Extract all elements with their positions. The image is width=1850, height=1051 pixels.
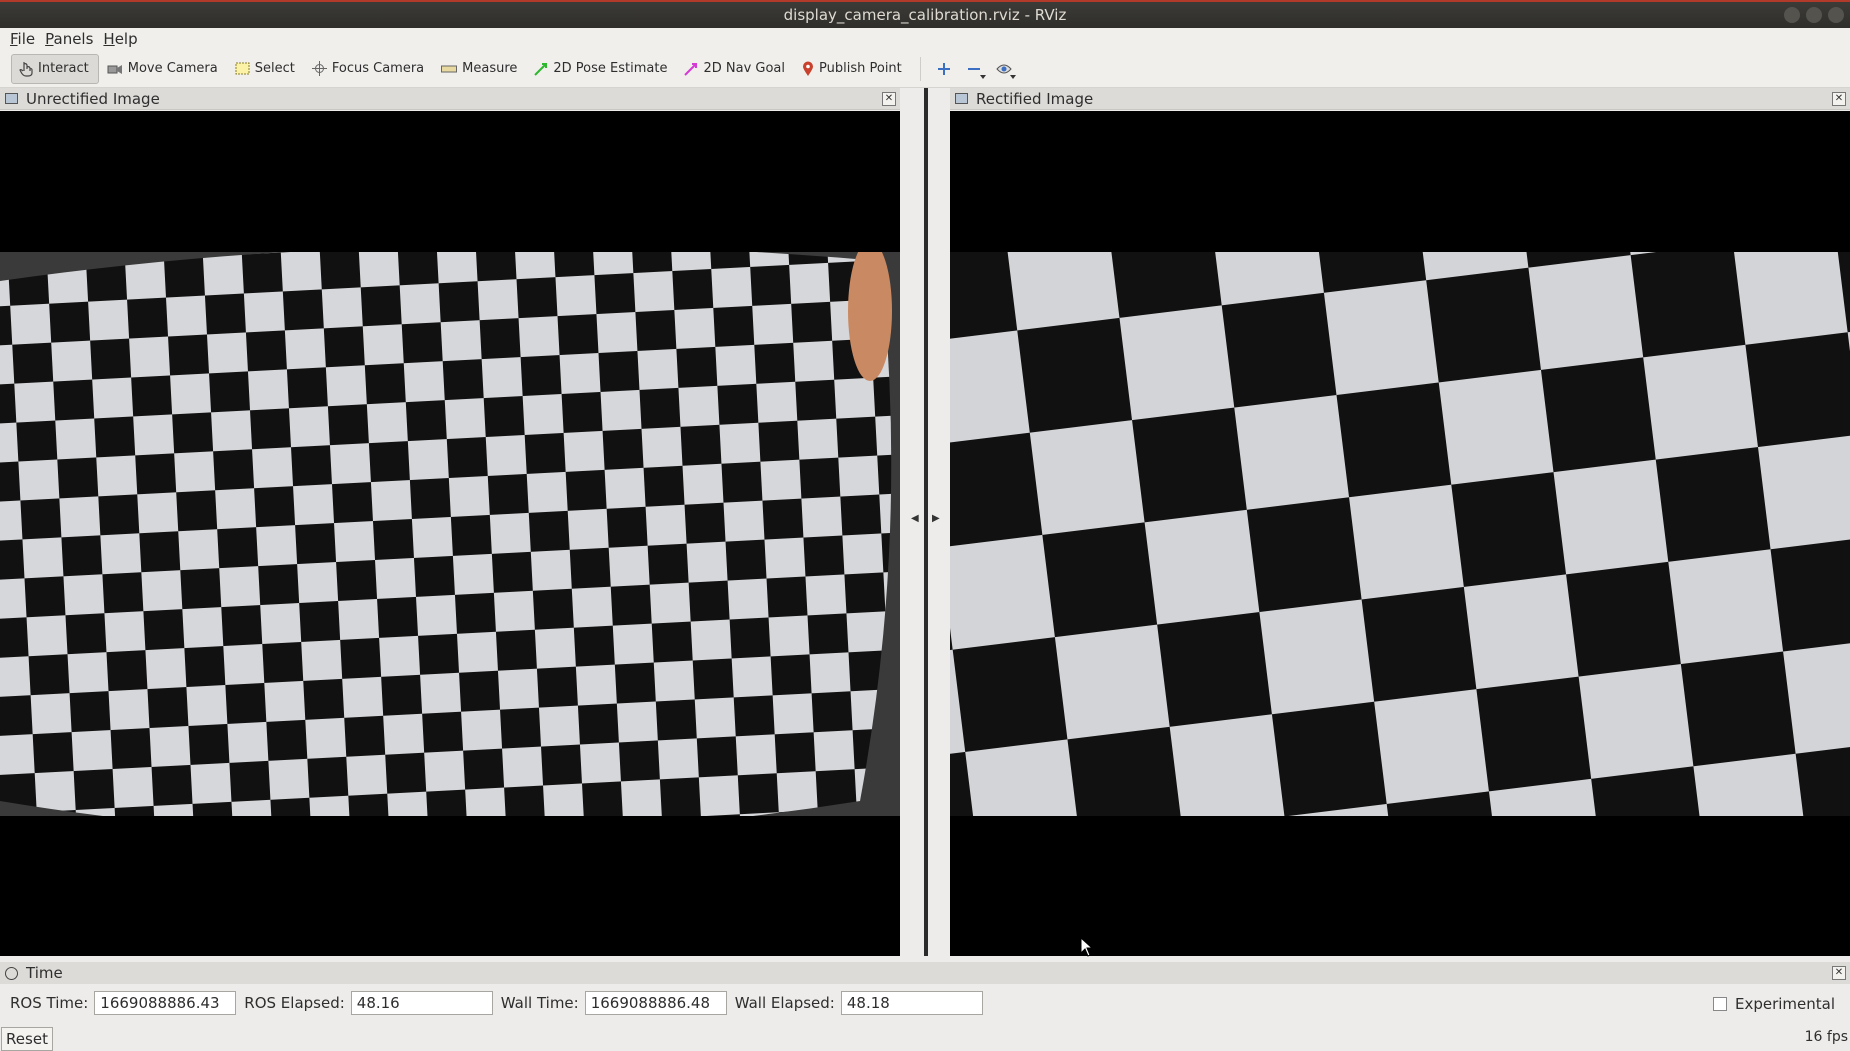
move-camera-tool-button[interactable]: Move Camera xyxy=(100,54,227,84)
chevron-down-icon xyxy=(979,74,986,79)
close-panel-button[interactable]: ✕ xyxy=(882,92,896,106)
nav-goal-tool-button[interactable]: 2D Nav Goal xyxy=(677,54,794,84)
menu-file[interactable]: File xyxy=(5,30,40,48)
wall-time-field[interactable]: 1669088886.48 xyxy=(584,991,727,1015)
experimental-toggle[interactable]: Experimental xyxy=(1712,995,1835,1013)
eye-icon xyxy=(996,64,1012,73)
minimize-button[interactable] xyxy=(1784,7,1800,23)
select-box-icon xyxy=(235,62,250,75)
collapse-left-icon: ◀ xyxy=(911,513,919,524)
ros-elapsed-label: ROS Elapsed: xyxy=(244,994,345,1012)
menu-bar: File Panels Help xyxy=(0,28,1850,50)
image-panel-icon xyxy=(5,93,18,104)
wall-elapsed-field[interactable]: 48.18 xyxy=(840,991,983,1015)
window-titlebar: display_camera_calibration.rviz - RViz xyxy=(0,0,1850,28)
plus-icon xyxy=(937,62,950,75)
close-panel-button[interactable]: ✕ xyxy=(1832,966,1846,980)
map-pin-icon xyxy=(803,61,814,76)
interact-tool-button[interactable]: Interact xyxy=(11,53,99,84)
menu-panels[interactable]: Panels xyxy=(40,30,98,48)
unrectified-panel-header: Unrectified Image ✕ xyxy=(0,88,900,110)
hand-pointer-icon xyxy=(19,61,33,77)
add-tool-button[interactable] xyxy=(929,54,959,84)
wall-elapsed-label: Wall Elapsed: xyxy=(734,994,835,1012)
publish-point-tool-button[interactable]: Publish Point xyxy=(795,54,911,84)
pose-estimate-tool-button[interactable]: 2D Pose Estimate xyxy=(527,54,676,84)
clock-icon xyxy=(5,966,18,980)
ros-time-label: ROS Time: xyxy=(10,994,89,1012)
experimental-label: Experimental xyxy=(1734,995,1835,1013)
unrectified-checkerboard-image xyxy=(0,252,900,816)
rectified-image-view[interactable] xyxy=(950,111,1850,956)
experimental-checkbox[interactable] xyxy=(1712,997,1727,1011)
time-panel-fields: ROS Time: 1669088886.43 ROS Elapsed: 48.… xyxy=(0,990,1850,1016)
menu-help[interactable]: Help xyxy=(98,30,142,48)
ros-elapsed-field[interactable]: 48.16 xyxy=(350,991,493,1015)
move-camera-icon xyxy=(107,64,122,74)
focus-crosshair-icon xyxy=(311,61,327,76)
view-options-button[interactable] xyxy=(989,54,1019,84)
mouse-cursor-icon xyxy=(1080,937,1094,957)
green-arrow-icon xyxy=(534,62,548,76)
unrectified-image-view[interactable] xyxy=(0,111,900,956)
splitter-bar xyxy=(924,88,928,956)
select-tool-button[interactable]: Select xyxy=(228,54,304,84)
ruler-icon xyxy=(441,65,458,72)
tools-toolbar: Interact Move Camera Select Focus Camera… xyxy=(0,50,1850,88)
window-controls xyxy=(1784,7,1844,23)
toolbar-separator xyxy=(919,56,921,81)
maximize-button[interactable] xyxy=(1806,7,1822,23)
collapse-right-icon: ▶ xyxy=(932,513,940,524)
wall-time-label: Wall Time: xyxy=(500,994,579,1012)
rectified-checkerboard-image xyxy=(950,252,1850,816)
focus-camera-tool-button[interactable]: Focus Camera xyxy=(305,54,433,84)
chevron-down-icon xyxy=(1009,74,1016,79)
image-panel-icon xyxy=(955,93,968,104)
close-panel-button[interactable]: ✕ xyxy=(1832,92,1846,106)
window-title: display_camera_calibration.rviz - RViz xyxy=(783,6,1067,24)
remove-tool-button[interactable] xyxy=(959,54,989,84)
magenta-arrow-icon xyxy=(684,62,698,76)
panel-splitter[interactable]: ◀ ▶ xyxy=(900,88,950,956)
ros-time-field[interactable]: 1669088886.43 xyxy=(94,991,237,1015)
close-window-button[interactable] xyxy=(1828,7,1844,23)
reset-button[interactable]: Reset xyxy=(1,1027,53,1051)
time-panel-header: Time ✕ xyxy=(0,962,1850,984)
minus-icon xyxy=(967,67,980,70)
rectified-panel-header: Rectified Image ✕ xyxy=(950,88,1850,110)
fps-readout: 16 fps xyxy=(1804,1029,1848,1045)
measure-tool-button[interactable]: Measure xyxy=(434,54,526,84)
